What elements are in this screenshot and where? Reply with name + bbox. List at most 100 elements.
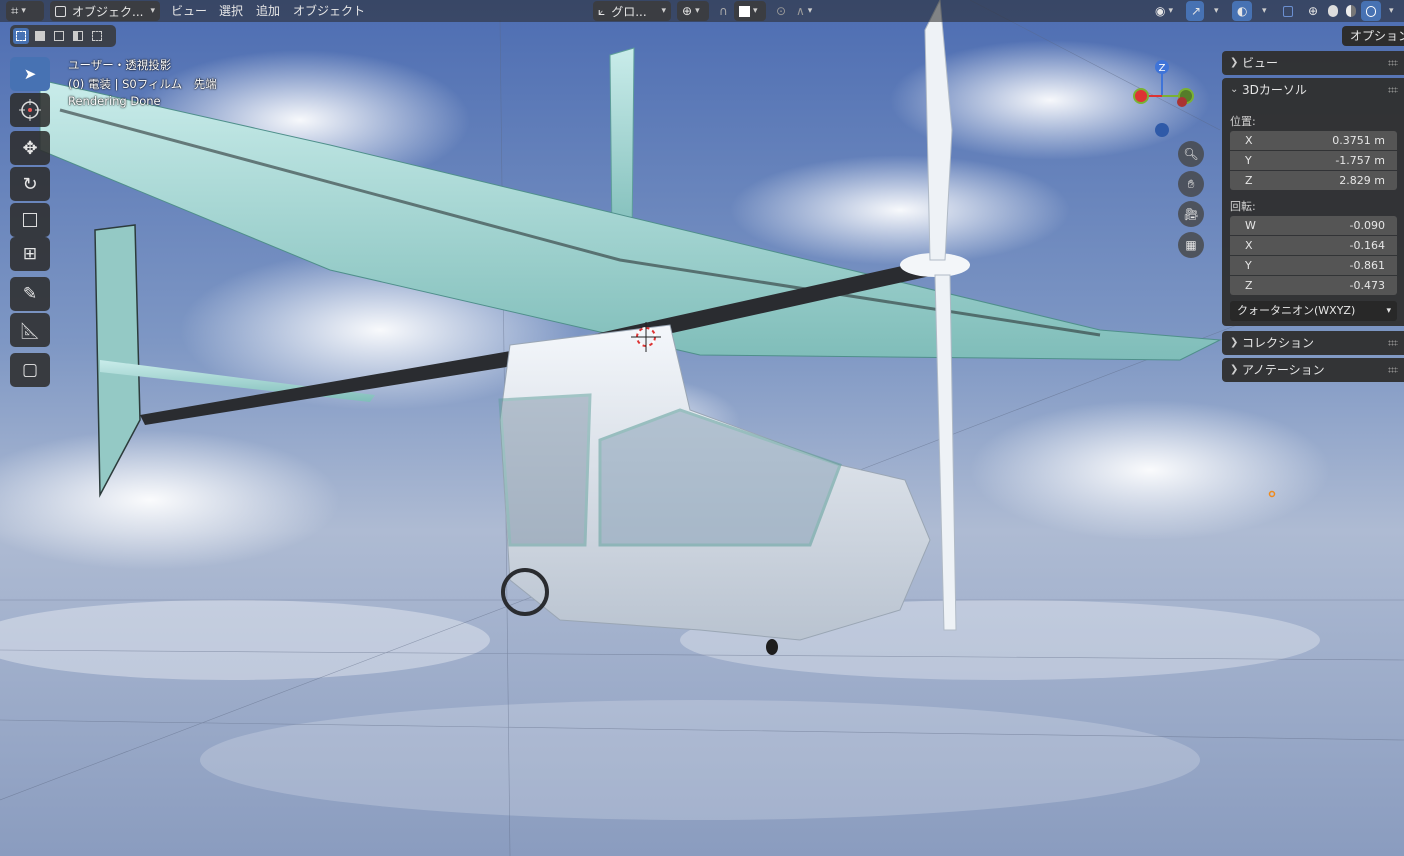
rotation-label: 回転: xyxy=(1230,200,1256,213)
axis-neg-z-handle[interactable] xyxy=(1155,123,1169,137)
select-subtract-icon[interactable] xyxy=(51,28,67,44)
field-value: -0.861 xyxy=(1349,259,1385,272)
field-value: -0.164 xyxy=(1349,239,1385,252)
gizmo-dropdown[interactable]: ▾ xyxy=(1206,1,1224,21)
field-value: -0.473 xyxy=(1349,279,1385,292)
shading-dropdown[interactable]: ▾ xyxy=(1381,1,1399,21)
chevron-right-icon: ❯ xyxy=(1230,337,1239,348)
3d-viewport[interactable]: ⌗ ▾ オブジェク... ▾ ビュー 選択 追加 オブジェクト ⟀ グロ... ▾… xyxy=(0,0,1404,856)
menu-select[interactable]: 選択 xyxy=(219,2,243,20)
chevron-down-icon: ▾ xyxy=(753,6,758,16)
pan-button[interactable]: ✋︎ xyxy=(1178,171,1204,197)
falloff-button[interactable]: ∧ ▾ xyxy=(791,1,823,21)
camera-view-button[interactable]: 🎥︎ xyxy=(1178,201,1204,227)
render-status-label: Rendering Done xyxy=(68,94,161,108)
material-shading-button[interactable] xyxy=(1341,1,1361,21)
field-value: 0.3751 m xyxy=(1332,134,1385,147)
field-axis-label: W xyxy=(1245,219,1256,232)
location-x-field[interactable]: X 0.3751 m xyxy=(1230,131,1397,150)
overlays-toggle[interactable]: ◐ xyxy=(1232,1,1252,21)
cursor-panel-header[interactable]: ⌄ 3Dカーソル xyxy=(1222,78,1404,102)
transform-tool[interactable]: ⊞ xyxy=(10,237,50,271)
rotation-w-field[interactable]: W -0.090 xyxy=(1230,216,1397,235)
location-label: 位置: xyxy=(1230,115,1256,128)
chevron-down-icon: ▾ xyxy=(1262,6,1267,16)
scale-tool[interactable] xyxy=(10,203,50,237)
axis-x-handle[interactable] xyxy=(1133,88,1149,104)
chevron-down-icon: ▾ xyxy=(661,6,666,16)
select-extend-icon[interactable] xyxy=(32,28,48,44)
select-mode-buttons xyxy=(10,25,116,47)
overlays-dropdown[interactable]: ▾ xyxy=(1254,1,1272,21)
measure-tool[interactable]: 📐︎ xyxy=(10,313,50,347)
chevron-right-icon: ❯ xyxy=(1230,57,1239,68)
select-new-icon[interactable] xyxy=(13,28,29,44)
rotate-tool[interactable]: ↻ xyxy=(10,167,50,201)
proportional-edit-toggle[interactable]: ⊙ xyxy=(771,1,791,21)
hand-icon: ✋︎ xyxy=(1187,176,1195,191)
grip-icon[interactable] xyxy=(1388,340,1398,346)
add-cube-tool[interactable]: ▢ xyxy=(10,353,50,387)
annotate-tool[interactable]: ✎ xyxy=(10,277,50,311)
rotation-y-field[interactable]: Y -0.861 xyxy=(1230,256,1397,275)
view-panel-title: ビュー xyxy=(1242,56,1279,70)
axis-z-label: Z xyxy=(1159,63,1166,74)
options-button[interactable]: オプション xyxy=(1342,26,1404,46)
object-mode-icon xyxy=(55,5,66,17)
grip-icon[interactable] xyxy=(1388,87,1398,93)
axis-neg-x-handle[interactable] xyxy=(1177,97,1187,107)
rotation-x-field[interactable]: X -0.164 xyxy=(1230,236,1397,255)
grip-icon[interactable] xyxy=(1388,60,1398,66)
proportional-edit-icon: ⊙ xyxy=(776,4,787,18)
visibility-button[interactable]: ◉ ▾ xyxy=(1150,1,1184,21)
cursor-arrow-icon: ➤ xyxy=(23,65,37,83)
move-tool[interactable]: ✥ xyxy=(10,131,50,165)
orientation-label: グロ... xyxy=(611,4,647,19)
perspective-toggle-button[interactable]: ▦ xyxy=(1178,232,1204,258)
select-box-tool[interactable]: ➤ xyxy=(10,57,50,91)
move-arrows-icon: ✥ xyxy=(22,137,38,159)
solid-shading-button[interactable] xyxy=(1323,1,1343,21)
annotation-panel[interactable]: ❯ アノテーション xyxy=(1222,358,1404,382)
orientation-icon: ⟀ xyxy=(598,3,606,18)
select-invert-icon[interactable] xyxy=(70,28,86,44)
navigation-gizmo[interactable]: Z xyxy=(1128,56,1200,140)
editor-type-icon: ⌗ xyxy=(11,3,19,19)
location-z-field[interactable]: Z 2.829 m xyxy=(1230,171,1397,190)
editor-type-button[interactable]: ⌗ ▾ xyxy=(6,1,44,21)
snap-target-button[interactable]: ▾ xyxy=(734,1,766,21)
scale-icon xyxy=(23,213,37,227)
gizmo-toggle[interactable]: ↗ xyxy=(1186,1,1204,21)
location-y-field[interactable]: Y -1.757 m xyxy=(1230,151,1397,170)
grip-icon[interactable] xyxy=(1388,367,1398,373)
collection-panel[interactable]: ❯ コレクション xyxy=(1222,331,1404,355)
transform-orientation-select[interactable]: ⟀ グロ... ▾ xyxy=(593,1,671,21)
field-value: -0.090 xyxy=(1349,219,1385,232)
rotation-mode-select[interactable]: クォータニオン(WXYZ) ▾ xyxy=(1230,301,1397,321)
rendered-shading-button[interactable] xyxy=(1361,1,1381,21)
xray-toggle[interactable] xyxy=(1278,1,1298,21)
field-axis-label: X xyxy=(1245,134,1253,147)
chevron-down-icon: ▾ xyxy=(150,6,155,16)
rotation-z-field[interactable]: Z -0.473 xyxy=(1230,276,1397,295)
menu-view[interactable]: ビュー xyxy=(171,2,207,20)
camera-icon: 🎥︎ xyxy=(1183,207,1199,221)
menu-add[interactable]: 追加 xyxy=(256,2,280,20)
pivot-point-button[interactable]: ⊕ ▾ xyxy=(677,1,709,21)
snap-toggle[interactable]: ∩ xyxy=(714,1,736,21)
menu-object[interactable]: オブジェクト xyxy=(293,2,365,20)
select-intersect-icon[interactable] xyxy=(89,28,105,44)
rotation-mode-label: クォータニオン(WXYZ) xyxy=(1237,304,1356,317)
zoom-button[interactable]: 🔍︎ xyxy=(1178,141,1204,167)
falloff-curve-icon: ∧ xyxy=(796,4,805,18)
eye-icon: ◉ xyxy=(1155,4,1166,18)
chevron-down-icon: ▾ xyxy=(1389,6,1394,16)
wireframe-shading-button[interactable]: ⊕ xyxy=(1303,1,1323,21)
cursor-tool[interactable] xyxy=(10,93,50,127)
cube-icon: ▢ xyxy=(21,360,39,380)
field-axis-label: Y xyxy=(1245,154,1252,167)
mode-select[interactable]: オブジェク... ▾ xyxy=(50,1,160,21)
viewport-header: ⌗ ▾ オブジェク... ▾ ビュー 選択 追加 オブジェクト ⟀ グロ... ▾… xyxy=(0,0,1404,22)
field-axis-label: X xyxy=(1245,239,1253,252)
view-panel[interactable]: ❯ ビュー xyxy=(1222,51,1404,75)
